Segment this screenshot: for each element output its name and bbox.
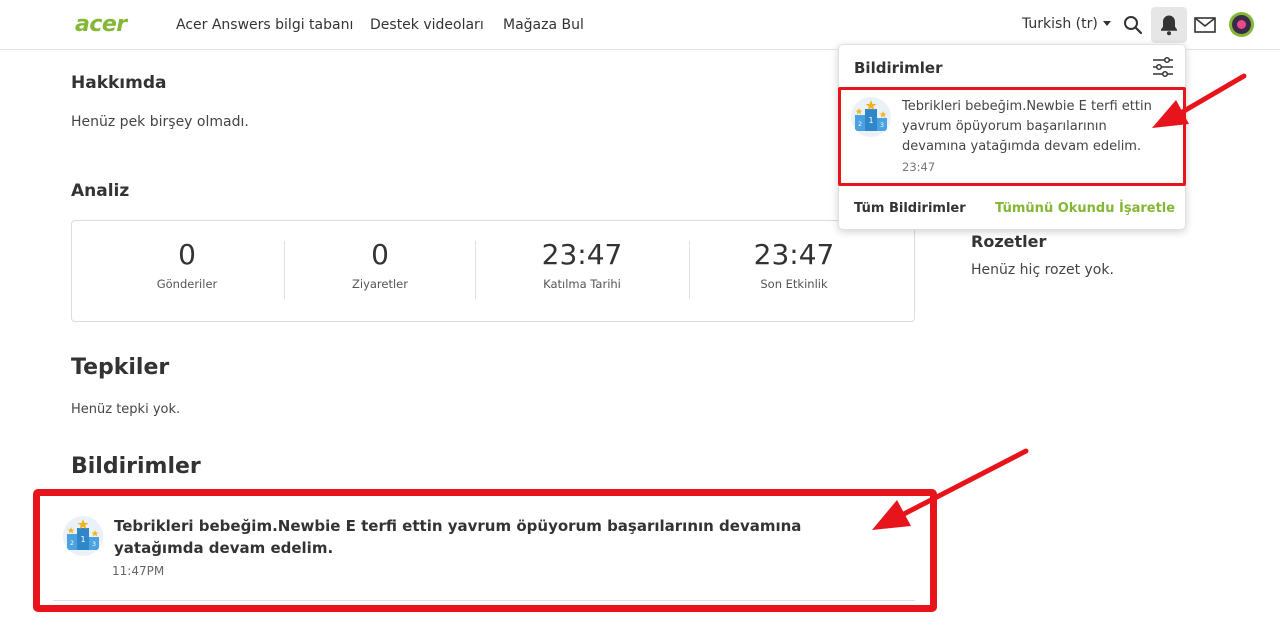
nav-link-videos[interactable]: Destek videoları bbox=[370, 17, 484, 33]
bell-icon bbox=[1161, 15, 1177, 36]
annotation-highlight-box bbox=[838, 87, 1186, 186]
reactions-text: Henüz tepki yok. bbox=[71, 402, 181, 417]
badges-text: Henüz hiç rozet yok. bbox=[971, 262, 1114, 278]
notifications-heading: Bildirimler bbox=[71, 454, 201, 479]
acer-logo[interactable]: acer bbox=[75, 12, 127, 37]
settings-sliders-icon[interactable] bbox=[1151, 55, 1175, 79]
stat-value: 0 bbox=[371, 238, 389, 271]
stat-visits: 0 Ziyaretler bbox=[305, 241, 455, 301]
search-icon[interactable] bbox=[1118, 10, 1148, 40]
stat-divider bbox=[689, 241, 690, 299]
stat-divider bbox=[284, 241, 285, 299]
user-avatar[interactable] bbox=[1229, 12, 1254, 37]
stat-label: Katılma Tarihi bbox=[543, 277, 621, 291]
stat-divider bbox=[475, 241, 476, 299]
stat-label: Gönderiler bbox=[156, 277, 218, 291]
nav-link-store[interactable]: Mağaza Bul bbox=[503, 17, 584, 33]
dropdown-title: Bildirimler bbox=[854, 59, 943, 77]
stat-last-activity: 23:47 Son Etkinlik bbox=[719, 241, 869, 301]
mark-all-read-link[interactable]: Tümünü Okundu İşaretle bbox=[995, 201, 1175, 216]
stat-label: Ziyaretler bbox=[352, 277, 408, 291]
caret-down-icon bbox=[1102, 21, 1111, 26]
stat-posts: 0 Gönderiler bbox=[112, 241, 262, 301]
stat-join-date: 23:47 Katılma Tarihi bbox=[507, 241, 657, 301]
mail-icon[interactable] bbox=[1190, 10, 1220, 40]
badges-heading: Rozetler bbox=[971, 232, 1047, 251]
top-navigation: acer Acer Answers bilgi tabanı Destek vi… bbox=[0, 0, 1280, 50]
language-label: Turkish (tr) bbox=[1022, 16, 1098, 32]
nav-link-answers[interactable]: Acer Answers bilgi tabanı bbox=[176, 17, 353, 33]
about-heading: Hakkımda bbox=[71, 73, 167, 93]
reactions-heading: Tepkiler bbox=[71, 355, 170, 380]
stat-value: 23:47 bbox=[753, 238, 835, 271]
language-selector[interactable]: Turkish (tr) bbox=[1022, 16, 1111, 32]
notifications-button[interactable] bbox=[1151, 7, 1187, 43]
analysis-stats-panel: 0 Gönderiler 0 Ziyaretler 23:47 Katılma … bbox=[71, 220, 915, 322]
stat-value: 0 bbox=[178, 238, 196, 271]
stat-value: 23:47 bbox=[541, 238, 623, 271]
all-notifications-link[interactable]: Tüm Bildirimler bbox=[854, 201, 966, 216]
analysis-heading: Analiz bbox=[71, 181, 130, 201]
annotation-highlight-box bbox=[33, 489, 937, 612]
about-text: Henüz pek birşey olmadı. bbox=[71, 114, 249, 130]
stat-label: Son Etkinlik bbox=[760, 277, 828, 291]
